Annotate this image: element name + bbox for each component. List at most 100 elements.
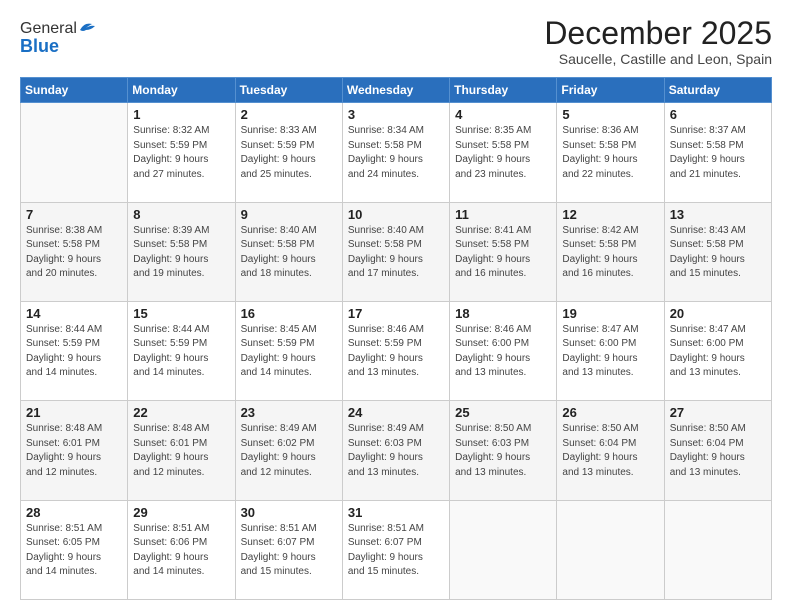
calendar-week-row: 14 Sunrise: 8:44 AM Sunset: 5:59 PM Dayli… xyxy=(21,301,772,400)
calendar-header-row: Sunday Monday Tuesday Wednesday Thursday… xyxy=(21,78,772,103)
table-row: 4Sunrise: 8:35 AM Sunset: 5:58 PM Daylig… xyxy=(450,103,557,202)
day-number: 19 xyxy=(562,306,658,321)
table-row: 5 Sunrise: 8:36 AM Sunset: 5:58 PM Daylig… xyxy=(557,103,664,202)
table-row: 24 Sunrise: 8:49 AM Sunset: 6:03 PM Dayli… xyxy=(342,401,449,500)
table-row: 12Sunrise: 8:42 AM Sunset: 5:58 PM Dayli… xyxy=(557,202,664,301)
col-sunday: Sunday xyxy=(21,78,128,103)
calendar-week-row: 1 Sunrise: 8:32 AM Sunset: 5:59 PM Daylig… xyxy=(21,103,772,202)
day-info: Sunrise: 8:50 AM Sunset: 6:04 PM Dayligh… xyxy=(670,422,766,480)
day-number: 2 xyxy=(241,107,337,122)
table-row: 22 Sunrise: 8:48 AM Sunset: 6:01 PM Dayli… xyxy=(128,401,235,500)
day-number: 10 xyxy=(348,207,444,222)
day-number: 31 xyxy=(348,505,444,520)
day-info: Sunrise: 8:50 AM Sunset: 6:03 PM Dayligh… xyxy=(455,422,551,480)
col-wednesday: Wednesday xyxy=(342,78,449,103)
table-row: 15 Sunrise: 8:44 AM Sunset: 5:59 PM Dayli… xyxy=(128,301,235,400)
table-row: 3Sunrise: 8:34 AM Sunset: 5:58 PM Daylig… xyxy=(342,103,449,202)
day-info: Sunrise: 8:51 AM Sunset: 6:07 PM Dayligh… xyxy=(348,522,444,580)
day-number: 13 xyxy=(670,207,766,222)
day-info: Sunrise: 8:40 AM Sunset: 5:58 PM Dayligh… xyxy=(348,224,444,282)
table-row: 19 Sunrise: 8:47 AM Sunset: 6:00 PM Dayli… xyxy=(557,301,664,400)
day-number: 22 xyxy=(133,405,229,420)
table-row xyxy=(450,500,557,599)
table-row: 11 Sunrise: 8:41 AM Sunset: 5:58 PM Dayli… xyxy=(450,202,557,301)
day-number: 20 xyxy=(670,306,766,321)
day-number: 1 xyxy=(133,107,229,122)
calendar-table: Sunday Monday Tuesday Wednesday Thursday… xyxy=(20,77,772,600)
day-info: Sunrise: 8:43 AM Sunset: 5:58 PM Dayligh… xyxy=(670,224,766,282)
day-info: Sunrise: 8:46 AM Sunset: 6:00 PM Dayligh… xyxy=(455,323,551,381)
day-info: Sunrise: 8:51 AM Sunset: 6:05 PM Dayligh… xyxy=(26,522,122,580)
day-number: 12 xyxy=(562,207,658,222)
table-row: 27Sunrise: 8:50 AM Sunset: 6:04 PM Dayli… xyxy=(664,401,771,500)
table-row: 18 Sunrise: 8:46 AM Sunset: 6:00 PM Dayli… xyxy=(450,301,557,400)
table-row xyxy=(664,500,771,599)
day-info: Sunrise: 8:46 AM Sunset: 5:59 PM Dayligh… xyxy=(348,323,444,381)
day-number: 21 xyxy=(26,405,122,420)
calendar-week-row: 7Sunrise: 8:38 AM Sunset: 5:58 PM Daylig… xyxy=(21,202,772,301)
day-info: Sunrise: 8:33 AM Sunset: 5:59 PM Dayligh… xyxy=(241,124,337,182)
table-row: 29Sunrise: 8:51 AM Sunset: 6:06 PM Dayli… xyxy=(128,500,235,599)
day-info: Sunrise: 8:39 AM Sunset: 5:58 PM Dayligh… xyxy=(133,224,229,282)
day-info: Sunrise: 8:44 AM Sunset: 5:59 PM Dayligh… xyxy=(133,323,229,381)
calendar-week-row: 21 Sunrise: 8:48 AM Sunset: 6:01 PM Dayli… xyxy=(21,401,772,500)
day-info: Sunrise: 8:41 AM Sunset: 5:58 PM Dayligh… xyxy=(455,224,551,282)
table-row: 17 Sunrise: 8:46 AM Sunset: 5:59 PM Dayli… xyxy=(342,301,449,400)
table-row: 2 Sunrise: 8:33 AM Sunset: 5:59 PM Daylig… xyxy=(235,103,342,202)
day-number: 30 xyxy=(241,505,337,520)
title-block: December 2025 Saucelle, Castille and Leo… xyxy=(544,16,772,67)
table-row: 20 Sunrise: 8:47 AM Sunset: 6:00 PM Dayli… xyxy=(664,301,771,400)
day-number: 5 xyxy=(562,107,658,122)
table-row: 10 Sunrise: 8:40 AM Sunset: 5:58 PM Dayli… xyxy=(342,202,449,301)
calendar-week-row: 28 Sunrise: 8:51 AM Sunset: 6:05 PM Dayli… xyxy=(21,500,772,599)
table-row: 30 Sunrise: 8:51 AM Sunset: 6:07 PM Dayli… xyxy=(235,500,342,599)
table-row xyxy=(557,500,664,599)
table-row xyxy=(21,103,128,202)
day-number: 26 xyxy=(562,405,658,420)
day-number: 17 xyxy=(348,306,444,321)
table-row: 25Sunrise: 8:50 AM Sunset: 6:03 PM Dayli… xyxy=(450,401,557,500)
table-row: 21 Sunrise: 8:48 AM Sunset: 6:01 PM Dayli… xyxy=(21,401,128,500)
header: General Blue December 2025 Saucelle, Cas… xyxy=(20,16,772,67)
table-row: 6 Sunrise: 8:37 AM Sunset: 5:58 PM Daylig… xyxy=(664,103,771,202)
day-number: 15 xyxy=(133,306,229,321)
day-number: 14 xyxy=(26,306,122,321)
day-number: 11 xyxy=(455,207,551,222)
col-thursday: Thursday xyxy=(450,78,557,103)
table-row: 13 Sunrise: 8:43 AM Sunset: 5:58 PM Dayli… xyxy=(664,202,771,301)
day-info: Sunrise: 8:36 AM Sunset: 5:58 PM Dayligh… xyxy=(562,124,658,182)
day-info: Sunrise: 8:48 AM Sunset: 6:01 PM Dayligh… xyxy=(133,422,229,480)
day-info: Sunrise: 8:51 AM Sunset: 6:06 PM Dayligh… xyxy=(133,522,229,580)
day-info: Sunrise: 8:47 AM Sunset: 6:00 PM Dayligh… xyxy=(670,323,766,381)
day-number: 9 xyxy=(241,207,337,222)
day-number: 6 xyxy=(670,107,766,122)
day-number: 24 xyxy=(348,405,444,420)
day-info: Sunrise: 8:47 AM Sunset: 6:00 PM Dayligh… xyxy=(562,323,658,381)
day-info: Sunrise: 8:32 AM Sunset: 5:59 PM Dayligh… xyxy=(133,124,229,182)
col-tuesday: Tuesday xyxy=(235,78,342,103)
day-number: 23 xyxy=(241,405,337,420)
day-info: Sunrise: 8:35 AM Sunset: 5:58 PM Dayligh… xyxy=(455,124,551,182)
table-row: 9Sunrise: 8:40 AM Sunset: 5:58 PM Daylig… xyxy=(235,202,342,301)
day-info: Sunrise: 8:37 AM Sunset: 5:58 PM Dayligh… xyxy=(670,124,766,182)
day-number: 28 xyxy=(26,505,122,520)
day-info: Sunrise: 8:49 AM Sunset: 6:03 PM Dayligh… xyxy=(348,422,444,480)
day-number: 7 xyxy=(26,207,122,222)
table-row: 16Sunrise: 8:45 AM Sunset: 5:59 PM Dayli… xyxy=(235,301,342,400)
table-row: 26Sunrise: 8:50 AM Sunset: 6:04 PM Dayli… xyxy=(557,401,664,500)
day-number: 18 xyxy=(455,306,551,321)
logo-bird-icon xyxy=(78,20,96,34)
col-monday: Monday xyxy=(128,78,235,103)
logo-blue-text: Blue xyxy=(20,36,96,57)
col-friday: Friday xyxy=(557,78,664,103)
month-title: December 2025 xyxy=(544,16,772,51)
table-row: 14 Sunrise: 8:44 AM Sunset: 5:59 PM Dayli… xyxy=(21,301,128,400)
day-info: Sunrise: 8:34 AM Sunset: 5:58 PM Dayligh… xyxy=(348,124,444,182)
table-row: 23Sunrise: 8:49 AM Sunset: 6:02 PM Dayli… xyxy=(235,401,342,500)
day-number: 8 xyxy=(133,207,229,222)
day-info: Sunrise: 8:44 AM Sunset: 5:59 PM Dayligh… xyxy=(26,323,122,381)
logo: General Blue xyxy=(20,20,96,57)
day-info: Sunrise: 8:51 AM Sunset: 6:07 PM Dayligh… xyxy=(241,522,337,580)
day-info: Sunrise: 8:48 AM Sunset: 6:01 PM Dayligh… xyxy=(26,422,122,480)
page: General Blue December 2025 Saucelle, Cas… xyxy=(0,0,792,612)
